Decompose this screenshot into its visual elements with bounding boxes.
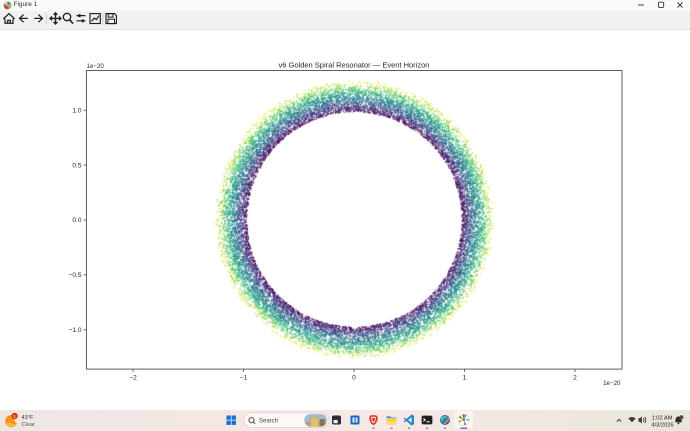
svg-text:0.0: 0.0: [72, 217, 81, 224]
svg-text:1.0: 1.0: [72, 107, 81, 114]
svg-text:2: 2: [573, 374, 577, 381]
svg-text:−1.0: −1.0: [68, 327, 81, 334]
svg-text:−0.5: −0.5: [68, 272, 81, 279]
svg-text:Clear: Clear: [22, 422, 36, 428]
svg-text:0: 0: [352, 374, 356, 381]
svg-text:1e−20: 1e−20: [87, 63, 105, 70]
svg-text:−2: −2: [129, 374, 137, 381]
svg-text:1:02 AM: 1:02 AM: [652, 415, 673, 421]
svg-text:Search: Search: [259, 418, 278, 424]
svg-text:1e−20: 1e−20: [603, 380, 621, 387]
svg-text:v6 Golden Spiral Resonator — E: v6 Golden Spiral Resonator — Event Horiz…: [279, 60, 430, 69]
svg-text:4/3/2026: 4/3/2026: [651, 422, 673, 428]
svg-text:43°F: 43°F: [22, 415, 34, 421]
svg-text:1: 1: [13, 414, 16, 420]
svg-text:1: 1: [463, 374, 467, 381]
svg-text:0.5: 0.5: [72, 162, 81, 169]
svg-text:−1: −1: [240, 374, 248, 381]
